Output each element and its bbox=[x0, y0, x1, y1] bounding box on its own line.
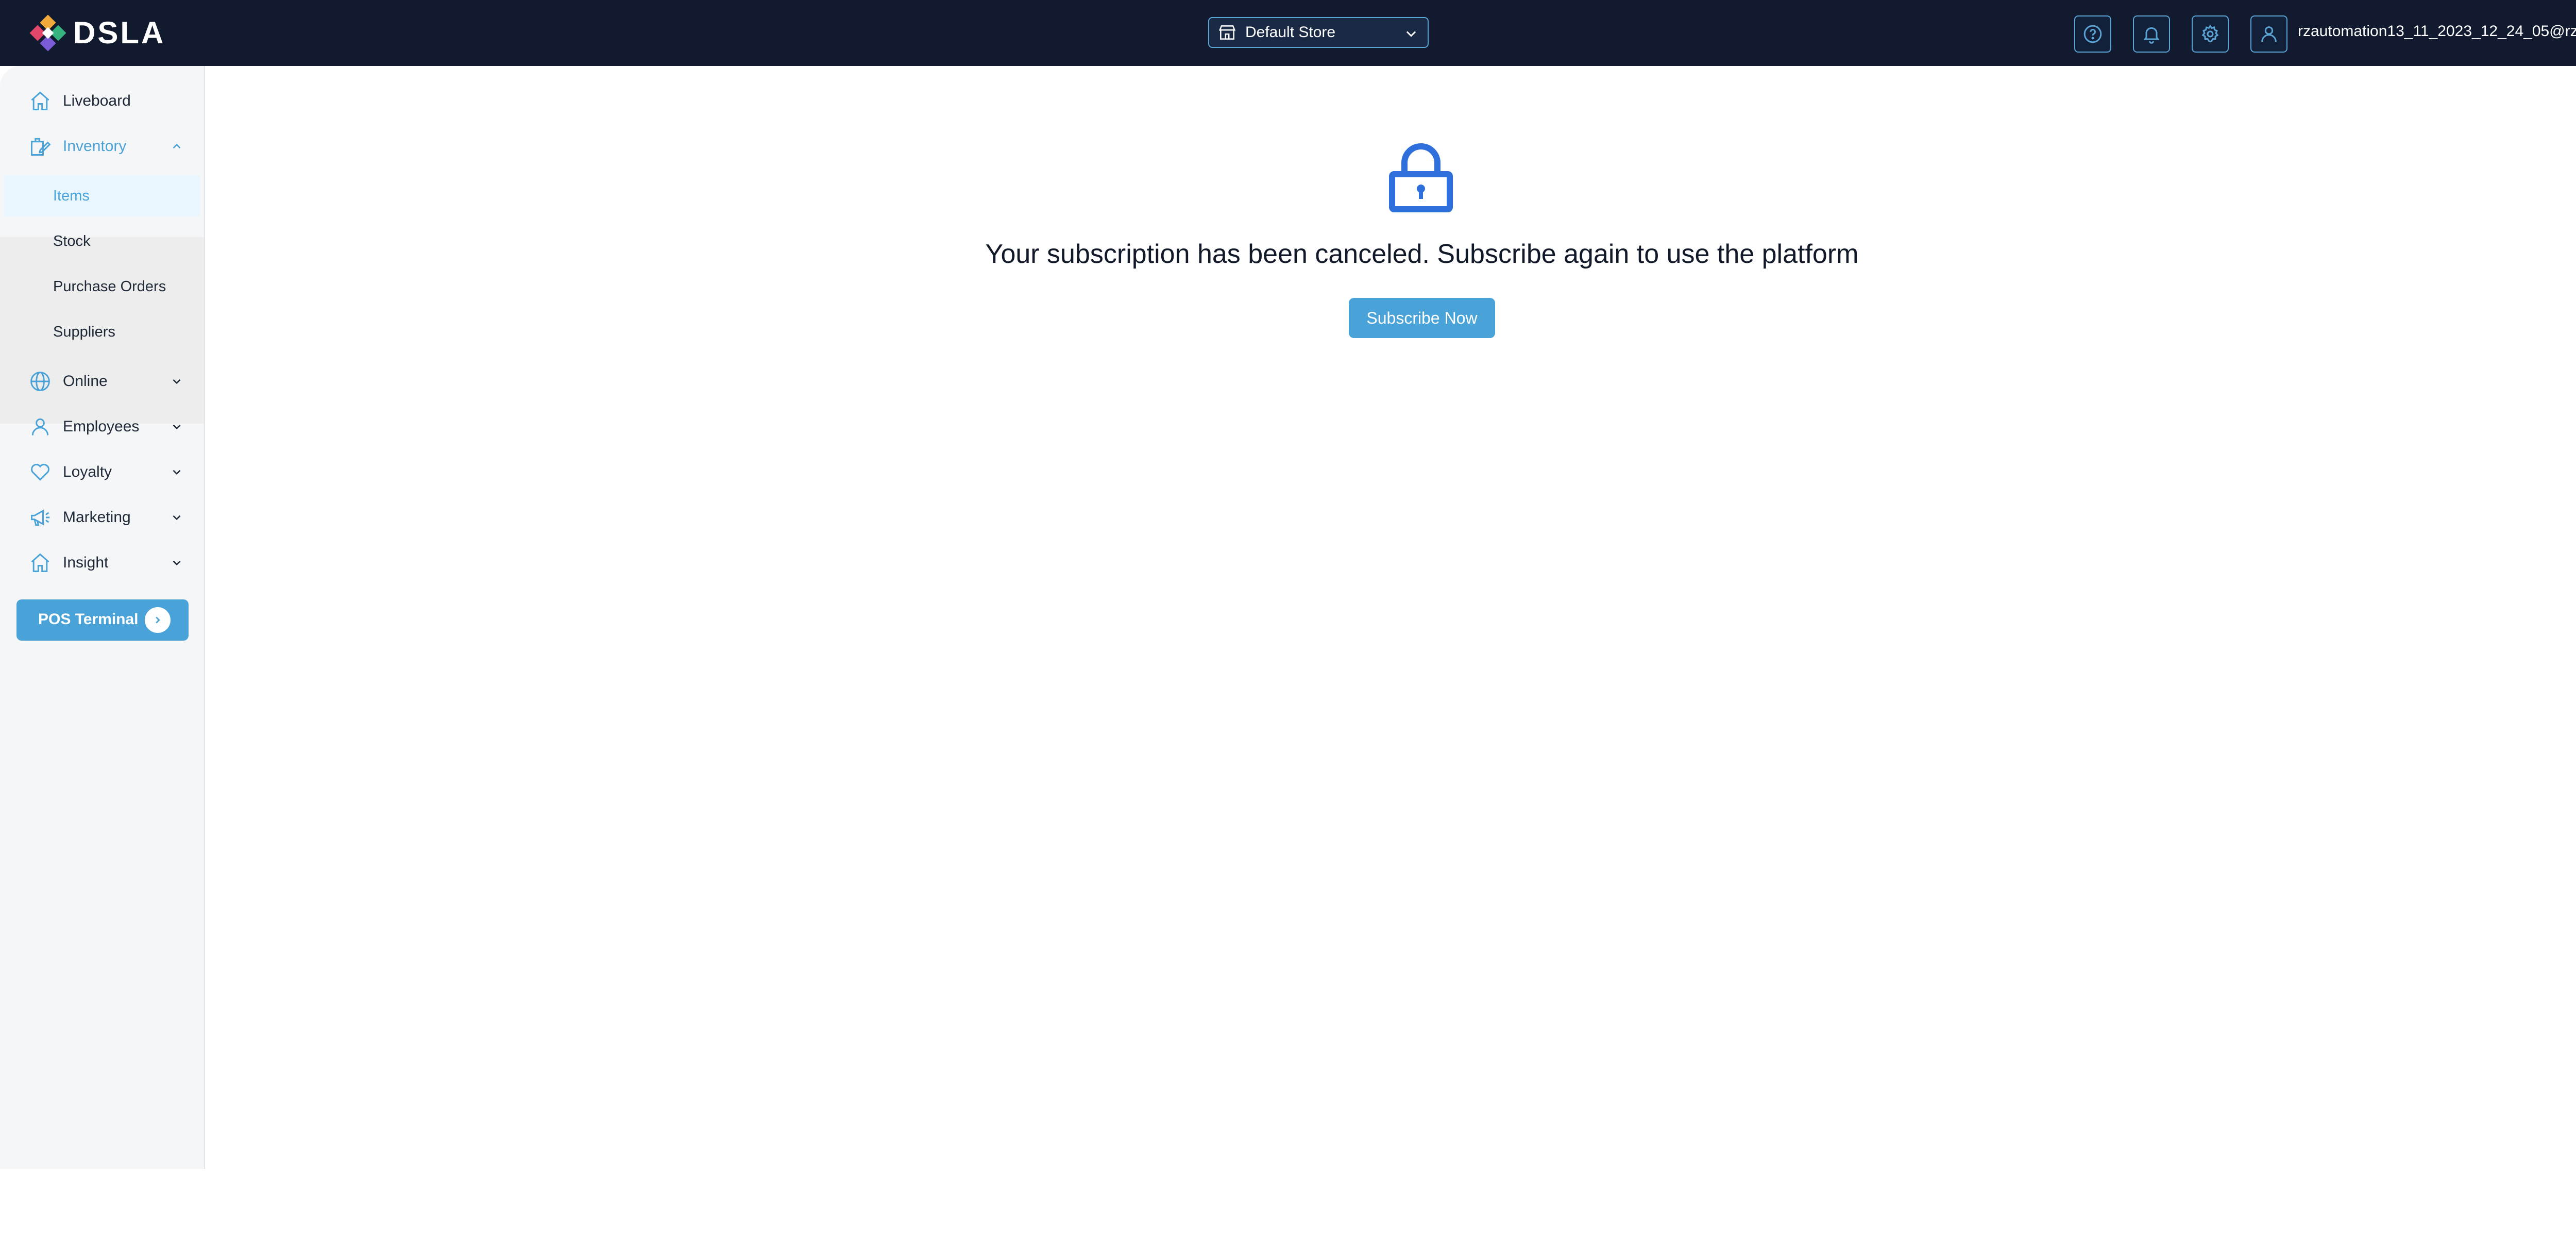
heart-icon bbox=[31, 463, 49, 481]
settings-button[interactable] bbox=[2192, 15, 2229, 53]
chevron-down-icon bbox=[173, 515, 181, 521]
top-bar: DSLA Default Store rzautomation13_11_202… bbox=[0, 0, 2576, 66]
brand-logo[interactable]: DSLA bbox=[30, 15, 165, 51]
sidebar-item-loyalty[interactable]: Loyalty bbox=[0, 451, 204, 493]
content-area bbox=[0, 66, 2576, 1169]
sidebar-item-marketing[interactable]: Marketing bbox=[0, 497, 204, 538]
sidebar-item-label: Liveboard bbox=[63, 92, 131, 109]
sidebar-item-liveboard[interactable]: Liveboard bbox=[0, 80, 204, 122]
sidebar-subitem-label: Stock bbox=[53, 232, 91, 249]
pos-terminal-label: POS Terminal bbox=[38, 611, 139, 628]
sidebar-item-label: Marketing bbox=[63, 509, 131, 526]
sidebar-item-insight[interactable]: Insight bbox=[0, 542, 204, 583]
brand-name: DSLA bbox=[73, 15, 166, 50]
sidebar-subitem-purchase-orders[interactable]: Purchase Orders bbox=[4, 266, 200, 307]
home-icon bbox=[31, 91, 49, 110]
globe-icon bbox=[30, 372, 50, 391]
pos-terminal-button[interactable]: POS Terminal bbox=[16, 599, 189, 641]
lock-icon bbox=[1389, 143, 1453, 212]
bell-icon bbox=[2143, 27, 2160, 44]
sidebar-item-label: Inventory bbox=[63, 138, 127, 155]
sidebar-item-inventory[interactable]: Inventory bbox=[0, 126, 204, 167]
help-button[interactable] bbox=[2074, 15, 2111, 53]
subscription-message: Your subscription has been canceled. Sub… bbox=[985, 239, 1859, 269]
chevron-down-icon bbox=[173, 560, 181, 566]
store-icon bbox=[1218, 25, 1236, 40]
sidebar-subitem-label: Purchase Orders bbox=[53, 278, 166, 295]
chevron-down-icon bbox=[173, 470, 181, 475]
logo-icon bbox=[30, 15, 66, 51]
help-icon bbox=[2083, 25, 2102, 43]
megaphone-icon bbox=[31, 509, 50, 526]
chevron-down-icon bbox=[173, 424, 181, 430]
sidebar-item-employees[interactable]: Employees bbox=[0, 406, 204, 447]
store-selector[interactable]: Default Store bbox=[1208, 17, 1429, 48]
sidebar-item-label: Employees bbox=[63, 418, 140, 435]
sidebar-item-label: Loyalty bbox=[63, 463, 112, 480]
chevron-down-icon bbox=[1406, 31, 1416, 37]
sidebar-subitem-stock[interactable]: Stock bbox=[4, 221, 200, 262]
sidebar-subitem-label: Items bbox=[53, 187, 90, 204]
user-icon bbox=[2261, 26, 2277, 42]
chevron-right-icon bbox=[145, 607, 171, 633]
inventory-icon bbox=[31, 138, 51, 156]
chevron-up-icon bbox=[173, 143, 181, 149]
person-icon bbox=[31, 418, 49, 436]
home-icon bbox=[31, 553, 49, 572]
gear-icon bbox=[2201, 24, 2219, 43]
subscribe-now-button[interactable]: Subscribe Now bbox=[1349, 298, 1495, 338]
notifications-button[interactable] bbox=[2133, 15, 2170, 53]
sidebar-item-label: Insight bbox=[63, 554, 109, 571]
sidebar-subitem-label: Suppliers bbox=[53, 323, 115, 340]
user-email[interactable]: rzautomation13_11_2023_12_24_05@rznet.co… bbox=[2298, 23, 2576, 40]
sidebar-item-online[interactable]: Online bbox=[0, 361, 204, 402]
store-selector-value: Default Store bbox=[1245, 24, 1336, 41]
sidebar-subitem-suppliers[interactable]: Suppliers bbox=[4, 311, 200, 353]
sidebar-item-label: Online bbox=[63, 373, 108, 390]
chevron-down-icon bbox=[173, 379, 181, 384]
account-button[interactable] bbox=[2250, 15, 2287, 53]
sidebar-subitem-items[interactable]: Items bbox=[4, 175, 200, 216]
